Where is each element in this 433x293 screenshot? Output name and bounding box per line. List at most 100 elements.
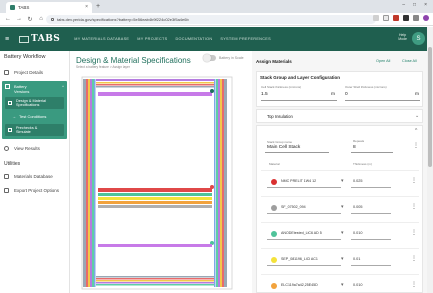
right-stripe-1: [214, 79, 216, 287]
address-bar: ← → ↻ ⌂ tabs.dev.yerida.gov/specificatio…: [0, 13, 433, 26]
sidebar-item-view-results[interactable]: View Results: [0, 143, 69, 153]
group-name-input[interactable]: Main Cell Stack: [267, 145, 300, 150]
material-name-select[interactable]: ELC119a7a42,25E45D: [281, 283, 318, 287]
extension-red-icon[interactable]: [393, 15, 399, 21]
sidebar-item-test-conditions[interactable]: → Test Conditions: [12, 112, 64, 121]
material-color-swatch: [271, 257, 277, 263]
star-icon[interactable]: [383, 15, 389, 21]
more-options-icon[interactable]: ⋮: [411, 255, 417, 262]
top-band-4: [96, 86, 214, 88]
nav-documentation[interactable]: DOCUMENTATION: [176, 37, 213, 41]
outer-thickness-input[interactable]: 0: [345, 92, 348, 97]
top-insulation-card[interactable]: Top Insulation ⌄: [256, 109, 423, 123]
material-name-select[interactable]: SF_07502_094: [281, 205, 306, 209]
share-icon[interactable]: [373, 15, 379, 21]
forward-icon[interactable]: →: [16, 16, 22, 22]
sidebar-item-battery-versions[interactable]: Battery Versions ^: [2, 84, 67, 94]
new-tab-icon[interactable]: +: [96, 3, 100, 10]
more-options-icon[interactable]: ⋮: [411, 203, 417, 210]
chevron-up-icon[interactable]: ^: [415, 128, 417, 134]
nav-materials-database[interactable]: MY MATERIALS DATABASE: [74, 37, 129, 41]
extension-dark-icon[interactable]: [403, 15, 409, 21]
database-icon: [4, 173, 9, 179]
minimize-icon[interactable]: –: [402, 2, 405, 8]
scrollbar-thumb[interactable]: [428, 47, 432, 167]
stack-layer-cathode: [98, 188, 212, 192]
browser-tab[interactable]: TABS ×: [6, 2, 92, 13]
stack-layer-separator: [98, 197, 212, 200]
right-stripe-5: [222, 79, 224, 287]
close-all-link[interactable]: Close All: [402, 59, 417, 63]
material-row: NMC PRELIT 1W4 12 ▾ 0.025 ⋮: [261, 170, 419, 196]
pencil-icon: [8, 101, 12, 105]
stack-thickness-input[interactable]: 1.5: [261, 92, 268, 97]
open-all-link[interactable]: Open All: [376, 59, 390, 63]
nav-my-projects[interactable]: MY PROJECTS: [137, 37, 167, 41]
more-options-icon[interactable]: ⋮: [411, 177, 417, 184]
right-stripe-4: [220, 79, 222, 287]
chevron-down-icon[interactable]: ⌄: [415, 113, 419, 119]
input-underline: [351, 187, 391, 188]
material-thickness-input[interactable]: 0.010: [353, 231, 363, 235]
more-options-icon[interactable]: ⋮: [411, 229, 417, 236]
sidebar-item-project-details[interactable]: Project Details: [0, 67, 69, 77]
stack-layer-anode: [98, 193, 212, 196]
battery-in-scale-toggle[interactable]: [203, 54, 216, 62]
material-name-select[interactable]: ANODEtested_LiC6 AD 5: [281, 231, 322, 235]
extensions-icon[interactable]: [413, 15, 419, 21]
battery-diagram[interactable]: [76, 73, 234, 291]
sidebar-item-materials-database[interactable]: Materials Database: [0, 171, 69, 181]
bottom-band-5: [96, 284, 214, 286]
dropdown-arrow-icon[interactable]: ▾: [341, 204, 344, 210]
top-nav: MY MATERIALS DATABASE MY PROJECTS DOCUME…: [74, 37, 271, 41]
url-field[interactable]: tabs.dev.yerida.gov/specifications?batte…: [46, 15, 376, 24]
left-stripe-3: [88, 79, 90, 287]
nav-system-preferences[interactable]: SYSTEM PREFERENCES: [220, 37, 271, 41]
sidebar-item-label: View Results: [14, 145, 40, 151]
material-thickness-input[interactable]: 0.005: [353, 205, 363, 209]
input-underline: [267, 213, 341, 214]
input-underline: [345, 100, 420, 101]
document-icon: [4, 69, 9, 75]
avatar[interactable]: S: [412, 32, 425, 45]
stack-config-title: Stack Group and Layer Configuration: [260, 75, 341, 80]
dropdown-arrow-icon[interactable]: ▾: [341, 282, 344, 288]
back-icon[interactable]: ←: [5, 16, 11, 22]
stack-config-card: Stack Group and Layer Configuration Cell…: [256, 71, 423, 107]
mode-label: Mode: [398, 37, 407, 41]
material-thickness-input[interactable]: 0.01: [353, 257, 360, 261]
sidebar-item-prechecks[interactable]: Prechecks & Simulate: [5, 124, 64, 136]
maximize-icon[interactable]: □: [413, 2, 416, 8]
sidebar-item-label: Export Project Options: [14, 187, 60, 193]
close-window-icon[interactable]: ×: [424, 2, 427, 8]
more-options-icon[interactable]: ⋮: [411, 281, 417, 288]
dropdown-arrow-icon[interactable]: ▾: [341, 230, 344, 236]
material-name-select[interactable]: SEP_081196_LiCl AC1: [281, 257, 318, 261]
bottom-band-2: [96, 278, 214, 280]
home-icon[interactable]: ⌂: [38, 16, 44, 22]
material-name-select[interactable]: NMC PRELIT 1W4 12: [281, 179, 316, 183]
page-scrollbar[interactable]: [427, 27, 433, 293]
more-options-icon[interactable]: ⋮: [413, 142, 419, 149]
dropdown-arrow-icon[interactable]: ▾: [341, 178, 344, 184]
dropdown-arrow-icon[interactable]: ▾: [341, 256, 344, 262]
logo[interactable]: TABS: [19, 34, 60, 44]
top-insulation-layer: [98, 92, 212, 96]
close-tab-icon[interactable]: ×: [85, 4, 88, 10]
logo-mark-icon: [19, 35, 29, 43]
profile-icon[interactable]: [423, 15, 429, 21]
menu-icon[interactable]: ≡: [5, 36, 11, 43]
left-stripe-2: [86, 79, 88, 287]
page-subtitle: Select a battery feature > Assign layer: [76, 65, 130, 69]
sidebar-item-export[interactable]: Export Project Options: [0, 185, 69, 195]
reload-icon[interactable]: ↻: [27, 16, 33, 23]
repeats-input[interactable]: 8: [353, 145, 356, 150]
chevron-up-icon[interactable]: ^: [62, 84, 64, 89]
checklist-icon: [8, 128, 12, 132]
input-underline: [261, 100, 337, 101]
material-thickness-input[interactable]: 0.010: [353, 283, 363, 287]
sidebar-item-design-specifications[interactable]: Design & Material Specifications: [5, 97, 64, 109]
material-thickness-input[interactable]: 0.025: [353, 179, 363, 183]
sidebar-item-label: Test Conditions: [19, 114, 47, 119]
help-mode-toggle[interactable]: Help Mode: [398, 33, 407, 41]
